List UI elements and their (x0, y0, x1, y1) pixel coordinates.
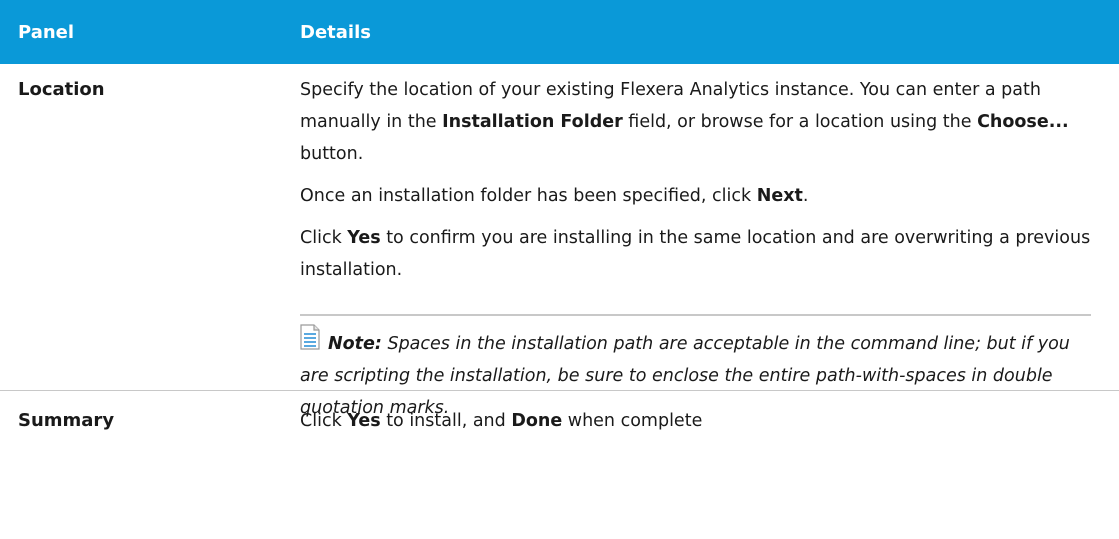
location-paragraph-2: Once an installation folder has been spe… (300, 186, 809, 206)
header-panel: Panel (18, 21, 75, 43)
panel-details-table: Panel Details Location Specify the locat… (0, 0, 1119, 437)
panel-name-location: Location (18, 79, 105, 100)
header-details: Details (300, 21, 371, 43)
table-header-row: Panel Details (0, 0, 1119, 64)
location-paragraph-3: Click Yes to confirm you are installing … (300, 228, 1091, 280)
location-paragraph-1: Specify the location of your existing Fl… (300, 80, 1069, 164)
note-text: Note: Spaces in the installation path ar… (300, 334, 1070, 418)
table-row-location: Location Specify the location of your ex… (0, 64, 1119, 418)
details-location: Specify the location of your existing Fl… (300, 64, 1119, 418)
note-document-icon (300, 324, 320, 350)
panel-name-summary: Summary (18, 410, 115, 431)
note-box: Note: Spaces in the installation path ar… (300, 314, 1091, 424)
